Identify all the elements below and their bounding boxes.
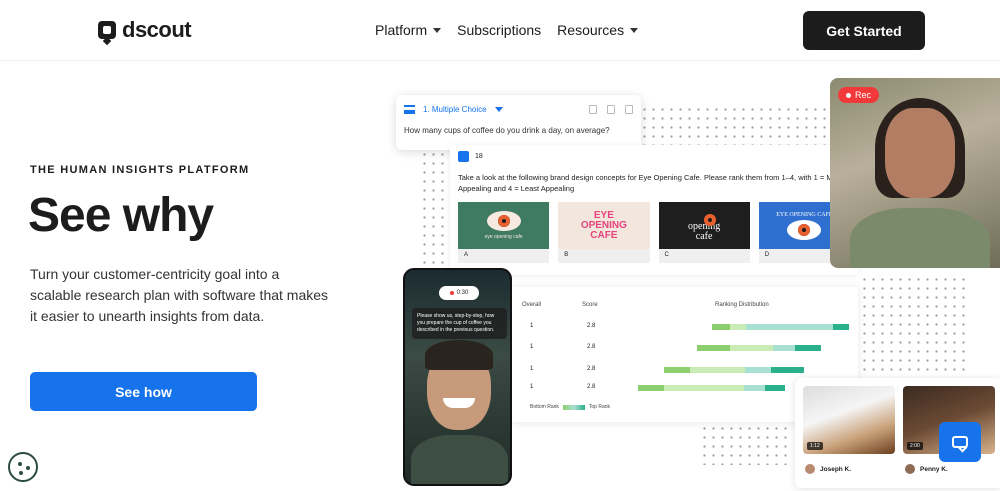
chevron-down-icon — [630, 27, 639, 33]
clip-author-name: Joseph K. — [820, 465, 852, 473]
question-text: How many cups of coffee do you drink a d… — [404, 126, 610, 135]
score-header: Score — [582, 302, 598, 308]
clip-author-name: Penny K. — [920, 465, 948, 473]
score-value: 2.8 — [587, 366, 596, 372]
question-card: 1. Multiple Choice How many cups of coff… — [396, 95, 641, 150]
nav-subscriptions[interactable]: Subscriptions — [457, 22, 541, 38]
avatar — [805, 464, 815, 474]
participant-video[interactable]: Rec — [830, 78, 1000, 268]
ranking-row: 1 2.8 — [512, 366, 858, 376]
nav-resources[interactable]: Resources — [557, 22, 639, 38]
logo-text: dscout — [122, 17, 192, 42]
clip-author: Joseph K. — [805, 464, 851, 474]
tile-text: eye opening cafe — [484, 234, 523, 240]
chevron-down-icon — [433, 27, 442, 33]
legend-high: Top Rank — [588, 404, 611, 410]
question-number: 18 — [475, 153, 483, 160]
ranking-legend: Bottom Rank Top Rank — [530, 404, 610, 410]
ranking-row: 1 2.8 — [512, 323, 858, 333]
trash-icon[interactable] — [625, 105, 633, 114]
tile-label: B — [558, 249, 650, 263]
brand-prompt: Take a look at the following brand desig… — [458, 173, 843, 193]
ranking-row: 1 2.8 — [512, 344, 858, 354]
score-value: 2.8 — [587, 323, 596, 329]
decorative-dots — [640, 105, 830, 150]
copy-icon[interactable] — [607, 105, 615, 114]
phone-icon[interactable] — [589, 105, 597, 114]
score-value: 2.8 — [587, 384, 596, 390]
overall-value: 1 — [530, 344, 534, 350]
eye-logo-icon — [787, 219, 822, 240]
overall-value: 1 — [530, 323, 534, 329]
legend-gradient — [562, 404, 585, 410]
decorative-dots — [700, 415, 790, 465]
nav-platform[interactable]: Platform — [375, 22, 442, 38]
phone-caption: Please show us, step-by-step, how you pr… — [412, 308, 507, 339]
rec-badge: Rec — [838, 87, 880, 103]
site-header: dscout Platform Subscriptions Resources … — [0, 0, 1000, 61]
dscout-logo-icon — [98, 21, 116, 39]
phone-video[interactable]: 0:30 Please show us, step-by-step, how y… — [403, 268, 512, 486]
hero-eyebrow: THE HUMAN INSIGHTS PLATFORM — [30, 164, 250, 176]
main-nav: Platform Subscriptions Resources — [375, 22, 639, 38]
list-icon — [404, 105, 415, 114]
score-value: 2.8 — [587, 344, 596, 350]
eye-logo-icon — [693, 209, 717, 226]
brand-tile-a[interactable]: eye opening cafe A — [458, 202, 550, 263]
nav-subscriptions-label: Subscriptions — [457, 22, 542, 38]
clip-duration: 1:12 — [807, 442, 823, 450]
overall-value: 1 — [530, 366, 534, 372]
brand-tile-b[interactable]: EYE OPENING CAFE B — [558, 202, 650, 263]
hero-body: Turn your customer-centricity goal into … — [30, 266, 329, 324]
logo[interactable]: dscout — [98, 17, 192, 43]
tile-label: A — [458, 249, 550, 263]
cookie-settings-icon[interactable] — [8, 452, 38, 482]
chat-icon[interactable] — [939, 422, 981, 462]
overall-header: Overall — [522, 302, 542, 308]
chevron-down-icon — [494, 107, 503, 112]
hero-title: See why — [28, 189, 214, 242]
distribution-header: Ranking Distribution — [715, 302, 769, 308]
tile-text: EYE OPENING CAFE — [776, 211, 833, 218]
clip-author: Penny K. — [905, 464, 948, 474]
get-started-button[interactable]: Get Started — [803, 11, 925, 50]
recording-timer: 0:30 — [439, 286, 479, 300]
avatar — [905, 464, 915, 474]
tile-label: C — [658, 249, 750, 263]
nav-platform-label: Platform — [375, 22, 428, 38]
eye-logo-icon — [486, 211, 521, 231]
decorative-dots — [860, 275, 970, 375]
see-how-button[interactable]: See how — [30, 372, 257, 411]
video-clip[interactable]: 1:12 — [803, 386, 895, 454]
tile-text: EYE OPENING CAFE — [580, 209, 627, 241]
tile-text: opening cafe — [688, 220, 721, 242]
question-badge-icon — [458, 151, 469, 162]
clip-duration: 2:00 — [907, 442, 923, 450]
brand-tile-c[interactable]: opening cafe C — [658, 202, 750, 263]
overall-value: 1 — [530, 384, 534, 390]
question-type-select[interactable]: 1. Multiple Choice — [423, 105, 487, 114]
legend-low: Bottom Rank — [530, 404, 559, 410]
nav-resources-label: Resources — [557, 22, 625, 38]
brand-ranking-card: 18 Take a look at the following brand de… — [450, 145, 858, 275]
